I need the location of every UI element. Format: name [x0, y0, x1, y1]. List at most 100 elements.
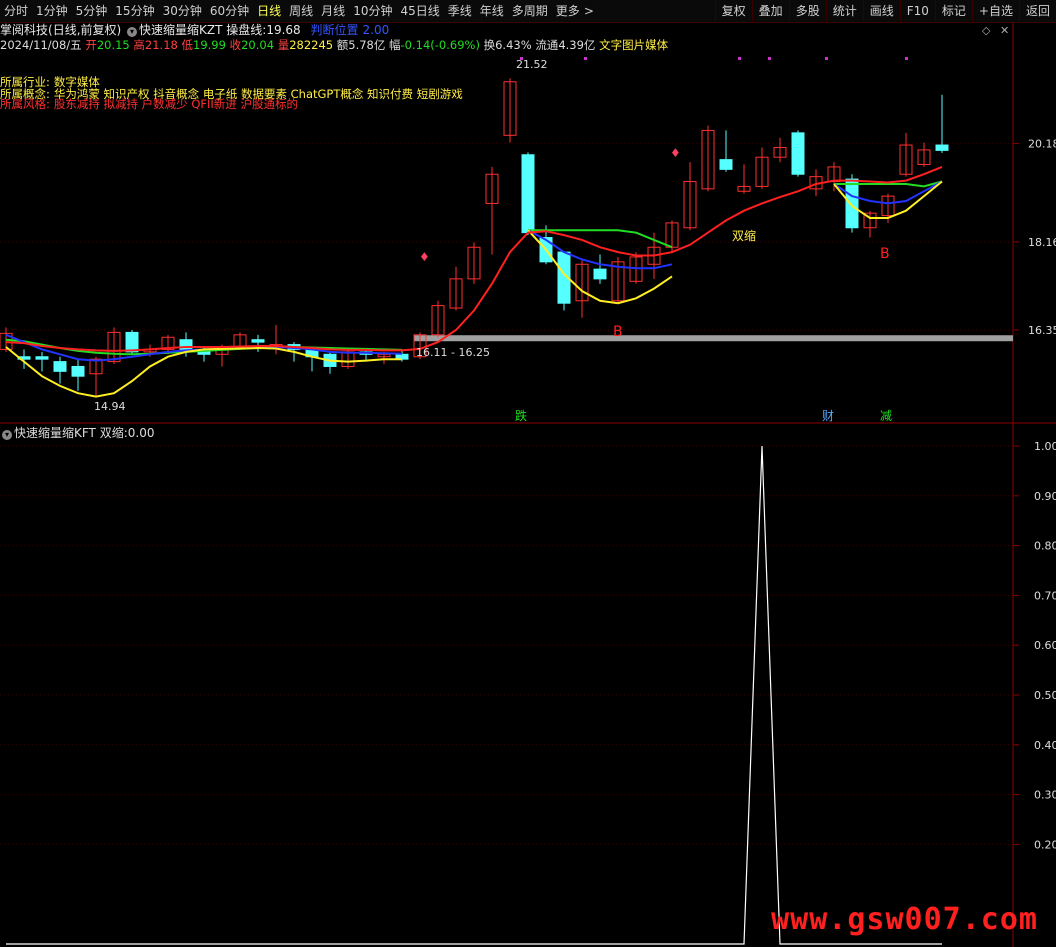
- candle-body: [305, 348, 319, 358]
- indicator-value: 19.68: [266, 23, 301, 37]
- tool-button-4[interactable]: 画线: [862, 0, 900, 22]
- high-value: 21.18: [144, 38, 178, 52]
- change-value: -0.14(-0.69%): [400, 38, 480, 52]
- indicator-tick: 1.00: [1034, 440, 1056, 453]
- indicator-tick: 0.60: [1034, 639, 1056, 652]
- tool-button-8[interactable]: 返回: [1018, 0, 1056, 22]
- tab-5[interactable]: 60分钟: [206, 0, 253, 22]
- low-label: 低: [181, 38, 194, 52]
- candle-body: [107, 331, 121, 363]
- candle-body: [899, 144, 913, 175]
- sector-name[interactable]: 文字图片媒体: [599, 38, 668, 52]
- tab-3[interactable]: 15分钟: [111, 0, 158, 22]
- indicator-header: ▾ 快速缩量缩KFT 双缩:0.00: [0, 425, 155, 441]
- high-price-label: 21.52: [516, 58, 548, 71]
- price-range-band: [414, 335, 1013, 342]
- more-arrow-icon[interactable]: >: [584, 0, 598, 22]
- price-tick: 20.18: [1028, 138, 1056, 151]
- indicator-series-line: [6, 445, 942, 945]
- candle-body: [485, 173, 499, 204]
- tool-button-7[interactable]: +自选: [971, 0, 1019, 22]
- tab-1[interactable]: 1分钟: [32, 0, 72, 22]
- price-tick: 16.35: [1028, 324, 1056, 337]
- tab-6[interactable]: 日线: [253, 0, 285, 22]
- indicator-dropdown-icon[interactable]: ▾: [2, 430, 12, 440]
- volume-value: 282245: [289, 38, 334, 52]
- open-value: 20.15: [96, 38, 130, 52]
- indicator-axis: 1.00 0.90 0.80 0.70 0.60 0.50 0.40 0.30 0.20: [1034, 440, 1056, 851]
- tool-button-3[interactable]: 统计: [825, 0, 863, 22]
- candle-body: [341, 351, 355, 367]
- indicator-tick: 0.90: [1034, 490, 1056, 503]
- event-reduce-label: 减: [880, 409, 892, 423]
- candle-body: [17, 356, 31, 360]
- period-note: (日线,前复权): [48, 23, 122, 37]
- indicator-dropdown-icon[interactable]: ▾: [127, 27, 138, 37]
- tab-8[interactable]: 月线: [317, 0, 349, 22]
- candle-body: [467, 246, 481, 280]
- turnover-value: 6.43%: [495, 38, 532, 52]
- candle-body: [71, 365, 85, 377]
- tool-button-5[interactable]: F10: [899, 0, 935, 22]
- ma-red-line: [5, 165, 943, 352]
- tab-13[interactable]: 多周期: [508, 0, 552, 22]
- price-axis: 20.18 18.16 16.35: [1028, 138, 1056, 337]
- watermark: www.gsw007.com: [771, 902, 1038, 937]
- tab-14[interactable]: 更多: [552, 0, 584, 22]
- style-label: 所属风格:: [0, 97, 50, 111]
- price-tick: 18.16: [1028, 236, 1056, 249]
- tool-button-6[interactable]: 标记: [934, 0, 972, 22]
- signal-diamond-icon: ♦: [419, 250, 430, 264]
- candle-body: [647, 246, 661, 265]
- signal-diamond-icon: ♦: [670, 146, 681, 160]
- candle-body: [665, 222, 679, 248]
- grid-lines: [0, 22, 1056, 947]
- candle-body: [809, 176, 823, 190]
- tab-9[interactable]: 10分钟: [349, 0, 396, 22]
- indicator-series-label: 双缩:: [99, 426, 128, 440]
- change-label: 幅: [389, 38, 401, 52]
- indicator-label: 操盘线:: [226, 23, 267, 37]
- candle-body: [575, 263, 589, 302]
- tab-11[interactable]: 季线: [444, 0, 476, 22]
- candlestick-chart: 20.18 18.16 16.35 1.00 0.90 0.80 0.70 0.60 0.50…: [0, 22, 1056, 947]
- candle-body: [431, 305, 445, 336]
- indicator-tick: 0.30: [1034, 789, 1056, 802]
- candle-body: [791, 132, 805, 175]
- candle-body: [449, 278, 463, 309]
- candle-body: [935, 144, 949, 151]
- tab-0[interactable]: 分时: [0, 0, 32, 22]
- chart-header: 掌阅科技(日线,前复权) ▾ 快速缩量缩KZT 操盘线:19.68 判断位置 2.0…: [0, 22, 389, 38]
- tab-10[interactable]: 45日线: [396, 0, 443, 22]
- tab-12[interactable]: 年线: [476, 0, 508, 22]
- tab-2[interactable]: 5分钟: [72, 0, 112, 22]
- style-line: 所属风格: 股东减持 拟减持 户数减少 QFII新进 沪股通标的: [0, 97, 298, 112]
- candle-body: [197, 351, 211, 355]
- amount-value: 5.78亿: [348, 38, 386, 52]
- stock-name[interactable]: 掌阅科技: [0, 23, 48, 37]
- indicator-name[interactable]: 快速缩量缩KZT: [139, 23, 222, 37]
- quote-date: 2024/11/08/五: [0, 38, 82, 52]
- tab-4[interactable]: 30分钟: [159, 0, 206, 22]
- close-icon[interactable]: ✕: [1000, 24, 1009, 37]
- candle-body: [395, 353, 409, 360]
- ma-yellow-line: [5, 180, 943, 398]
- diamond-icon[interactable]: ◇: [982, 24, 990, 37]
- candle-body: [287, 344, 301, 350]
- candle-body: [827, 166, 841, 183]
- float-value: 4.39亿: [558, 38, 596, 52]
- candle-body: [125, 331, 139, 353]
- tool-button-1[interactable]: 叠加: [751, 0, 789, 22]
- tool-button-2[interactable]: 多股: [788, 0, 826, 22]
- indicator-tag-value: 2.00: [362, 23, 390, 37]
- candle-body: [557, 251, 571, 304]
- candle-body: [593, 268, 607, 280]
- top-marker-dot: [584, 57, 587, 60]
- indicator-line: [6, 445, 942, 945]
- candle-body: [413, 334, 427, 358]
- tab-7[interactable]: 周线: [285, 0, 317, 22]
- tool-button-0[interactable]: 复权: [714, 0, 752, 22]
- indicator-panel-name[interactable]: 快速缩量缩KFT: [14, 426, 96, 440]
- candle-body: [881, 195, 895, 217]
- candle-body: [161, 336, 175, 350]
